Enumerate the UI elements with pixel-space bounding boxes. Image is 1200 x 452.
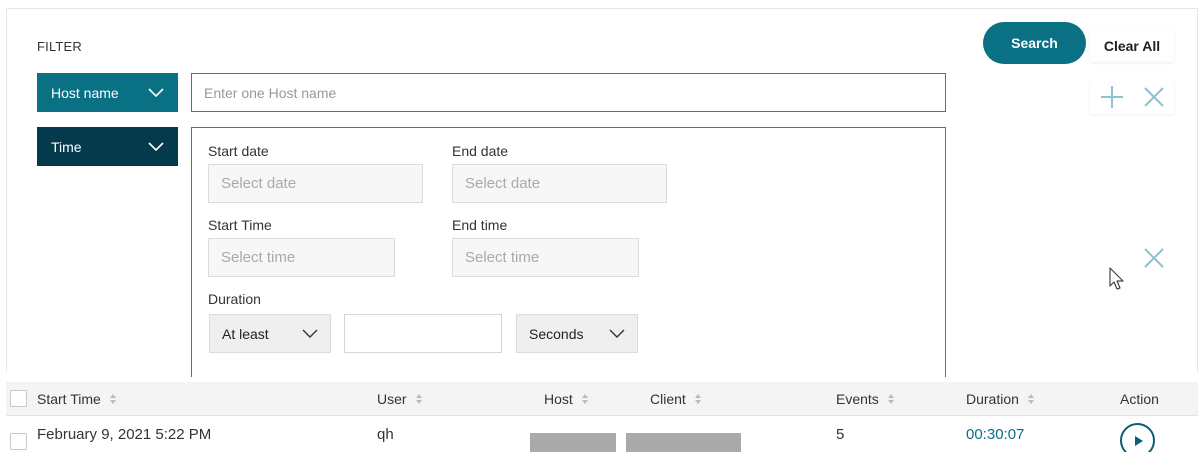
chevron-down-icon <box>609 329 625 338</box>
column-events[interactable]: Events <box>836 382 895 416</box>
cell-events: 5 <box>836 425 845 443</box>
column-client-label: Client <box>650 391 686 407</box>
end-time-label: End time <box>452 217 508 233</box>
host-name-dropdown-label: Host name <box>51 84 119 101</box>
column-action-label: Action <box>1120 391 1159 407</box>
clear-all-button[interactable]: Clear All <box>1090 30 1174 62</box>
end-time-field[interactable]: Select time <box>452 238 639 277</box>
duration-operator-select[interactable]: At least <box>209 314 331 353</box>
cell-start-time: February 9, 2021 5:22 PM <box>37 425 212 443</box>
host-name-placeholder: Enter one Host name <box>204 84 337 101</box>
cell-duration[interactable]: 00:30:07 <box>966 416 1024 452</box>
cell-client-redacted <box>626 433 741 452</box>
end-date-label: End date <box>452 143 509 159</box>
cell-host-redacted <box>530 433 616 452</box>
duration-operator-value: At least <box>222 325 269 342</box>
sort-icon <box>694 394 701 404</box>
search-button[interactable]: Search <box>983 22 1086 64</box>
sort-icon <box>415 394 422 404</box>
mouse-cursor-icon <box>1109 267 1124 290</box>
time-filter-box: Start date Select date End date Select d… <box>191 127 946 377</box>
start-date-placeholder: Select date <box>221 175 297 192</box>
row-actions <box>1090 80 1174 114</box>
table-row[interactable]: February 9, 2021 5:22 PM qh 5 00:30:07 <box>6 416 1198 452</box>
chevron-down-icon <box>148 141 164 151</box>
column-host[interactable]: Host <box>544 382 589 416</box>
chevron-down-icon <box>302 329 318 338</box>
select-all-checkbox[interactable] <box>10 390 27 407</box>
sort-icon <box>1027 394 1034 404</box>
sort-icon <box>581 394 588 404</box>
end-time-placeholder: Select time <box>465 249 540 266</box>
play-icon <box>1134 435 1143 446</box>
start-date-label: Start date <box>208 143 269 159</box>
column-action: Action <box>1120 382 1159 416</box>
play-button[interactable] <box>1120 423 1155 452</box>
start-time-placeholder: Select time <box>221 249 296 266</box>
duration-unit-value: Seconds <box>529 325 584 342</box>
host-name-dropdown[interactable]: Host name <box>37 73 178 112</box>
duration-value-input[interactable] <box>344 314 502 353</box>
end-date-field[interactable]: Select date <box>452 164 667 203</box>
sort-icon <box>109 394 116 404</box>
time-dropdown[interactable]: Time <box>37 127 178 166</box>
column-user[interactable]: User <box>377 382 423 416</box>
close-icon[interactable] <box>1140 244 1168 272</box>
add-icon[interactable] <box>1098 83 1126 111</box>
start-time-label: Start Time <box>208 217 272 233</box>
column-client[interactable]: Client <box>650 382 702 416</box>
end-date-placeholder: Select date <box>465 175 541 192</box>
close-icon[interactable] <box>1140 83 1168 111</box>
row-checkbox[interactable] <box>10 433 27 450</box>
column-duration[interactable]: Duration <box>966 382 1035 416</box>
column-user-label: User <box>377 391 407 407</box>
host-name-input[interactable]: Enter one Host name <box>191 73 946 112</box>
table-header: Start Time User Host Client Events Durat… <box>6 382 1198 416</box>
cell-user: qh <box>377 425 394 443</box>
column-events-label: Events <box>836 391 879 407</box>
duration-label: Duration <box>208 291 261 307</box>
time-dropdown-label: Time <box>51 138 82 155</box>
sort-icon <box>887 394 894 404</box>
column-duration-label: Duration <box>966 391 1019 407</box>
duration-unit-select[interactable]: Seconds <box>516 314 638 353</box>
start-time-field[interactable]: Select time <box>208 238 395 277</box>
filter-title: FILTER <box>37 39 83 54</box>
column-start-time[interactable]: Start Time <box>37 382 117 416</box>
column-start-time-label: Start Time <box>37 391 101 407</box>
chevron-down-icon <box>148 87 164 97</box>
column-host-label: Host <box>544 391 573 407</box>
start-date-field[interactable]: Select date <box>208 164 423 203</box>
